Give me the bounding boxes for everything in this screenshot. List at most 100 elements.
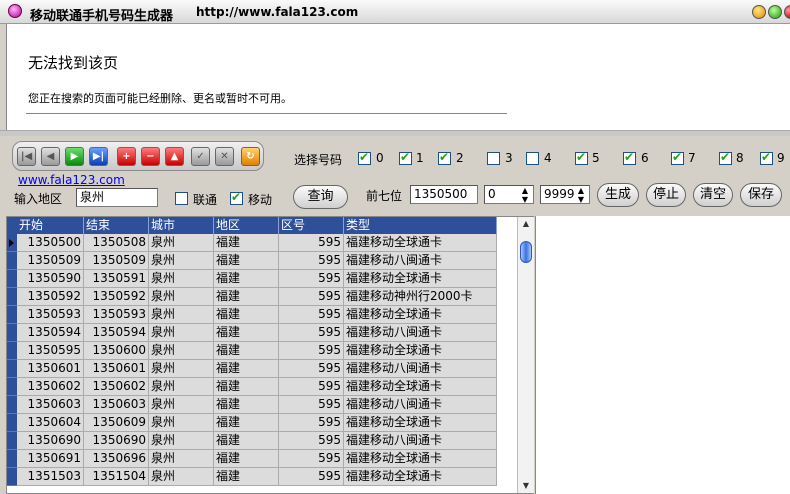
cell-type[interactable]: 福建移动全球通卡 [344,342,497,360]
cell-area-code[interactable]: 595 [279,270,344,288]
digit-3-checkbox[interactable] [487,152,500,165]
check-icon[interactable]: ✓ [191,147,210,166]
generate-button[interactable]: 生成 [597,183,639,207]
cell-area-code[interactable]: 595 [279,378,344,396]
cell-city[interactable]: 泉州 [149,270,214,288]
cell-province[interactable]: 福建 [214,396,279,414]
cell-start[interactable]: 1350594 [17,324,84,342]
cell-area-code[interactable]: 595 [279,252,344,270]
cell-area-code[interactable]: 595 [279,414,344,432]
cell-area-code[interactable]: 595 [279,234,344,252]
cross-icon[interactable]: ✕ [215,147,234,166]
cell-start[interactable]: 1350593 [17,306,84,324]
cell-end[interactable]: 1350696 [84,450,149,468]
table-row[interactable]: 1350601 1350601 泉州 福建 595 福建移动八闽通卡 [7,360,497,378]
cell-province[interactable]: 福建 [214,252,279,270]
col-province[interactable]: 地区 [214,217,279,234]
cell-end[interactable]: 1350509 [84,252,149,270]
play-icon[interactable]: ▶ [65,147,84,166]
close-button[interactable] [784,5,790,19]
cell-city[interactable]: 泉州 [149,324,214,342]
row-indicator[interactable] [7,252,17,270]
start-spin-down-icon[interactable]: ▼ [520,195,530,204]
cell-start[interactable]: 1350603 [17,396,84,414]
table-row[interactable]: 1350604 1350609 泉州 福建 595 福建移动全球通卡 [7,414,497,432]
cell-end[interactable]: 1350508 [84,234,149,252]
cell-start[interactable]: 1350500 [17,234,84,252]
table-row[interactable]: 1350594 1350594 泉州 福建 595 福建移动八闽通卡 [7,324,497,342]
end-spin-up-icon[interactable]: ▲ [576,186,586,195]
col-type[interactable]: 类型 [344,217,497,234]
cell-city[interactable]: 泉州 [149,450,214,468]
stop-button[interactable]: 停止 [646,183,686,207]
cell-start[interactable]: 1351503 [17,468,84,486]
table-row[interactable]: 1350603 1350603 泉州 福建 595 福建移动八闽通卡 [7,396,497,414]
cell-type[interactable]: 福建移动神州行2000卡 [344,288,497,306]
cell-area-code[interactable]: 595 [279,396,344,414]
cell-end[interactable]: 1350591 [84,270,149,288]
digit-6-checkbox[interactable] [623,150,636,165]
cell-type[interactable]: 福建移动全球通卡 [344,468,497,486]
row-indicator[interactable] [7,324,17,342]
table-row[interactable]: 1350592 1350592 泉州 福建 595 福建移动神州行2000卡 [7,288,497,306]
cell-end[interactable]: 1350603 [84,396,149,414]
scroll-thumb[interactable] [520,241,532,263]
digit-0-checkbox[interactable] [358,150,371,165]
cell-type[interactable]: 福建移动八闽通卡 [344,324,497,342]
cell-province[interactable]: 福建 [214,270,279,288]
digit-8-checkbox[interactable] [719,150,732,165]
cell-province[interactable]: 福建 [214,306,279,324]
cell-city[interactable]: 泉州 [149,378,214,396]
table-row[interactable]: 1350590 1350591 泉州 福建 595 福建移动全球通卡 [7,270,497,288]
splitter[interactable] [0,130,790,136]
cell-type[interactable]: 福建移动八闽通卡 [344,432,497,450]
cell-type[interactable]: 福建移动全球通卡 [344,270,497,288]
website-link[interactable]: www.fala123.com [18,173,125,187]
cell-end[interactable]: 1351504 [84,468,149,486]
cell-city[interactable]: 泉州 [149,252,214,270]
cell-province[interactable]: 福建 [214,234,279,252]
cell-province[interactable]: 福建 [214,324,279,342]
digit-5-checkbox[interactable] [575,150,588,165]
cell-start[interactable]: 1350509 [17,252,84,270]
col-end[interactable]: 结束 [84,217,149,234]
row-indicator[interactable] [7,432,17,450]
minus-icon[interactable]: − [141,147,160,166]
row-indicator[interactable] [7,270,17,288]
clear-button[interactable]: 清空 [693,183,733,207]
cell-type[interactable]: 福建移动八闽通卡 [344,360,497,378]
step-back-icon[interactable]: ◀ [41,147,60,166]
region-input[interactable]: 泉州 [76,188,158,207]
end-spin-down-icon[interactable]: ▼ [576,195,586,204]
digit-9-checkbox[interactable] [760,150,773,165]
vertical-scrollbar[interactable]: ▲ ▼ [517,217,534,493]
cell-type[interactable]: 福建移动全球通卡 [344,306,497,324]
cell-province[interactable]: 福建 [214,360,279,378]
cell-end[interactable]: 1350601 [84,360,149,378]
cell-type[interactable]: 福建移动全球通卡 [344,378,497,396]
cell-type[interactable]: 福建移动全球通卡 [344,234,497,252]
cell-end[interactable]: 1350609 [84,414,149,432]
digit-7-checkbox[interactable] [671,150,684,165]
row-indicator[interactable] [7,468,17,486]
cell-province[interactable]: 福建 [214,288,279,306]
cell-province[interactable]: 福建 [214,450,279,468]
skip-first-icon[interactable]: |◀ [17,147,36,166]
table-row[interactable]: 1350602 1350602 泉州 福建 595 福建移动全球通卡 [7,378,497,396]
cell-area-code[interactable]: 595 [279,468,344,486]
table-row[interactable]: 1351503 1351504 泉州 福建 595 福建移动全球通卡 [7,468,497,486]
cell-end[interactable]: 1350600 [84,342,149,360]
cell-area-code[interactable]: 595 [279,306,344,324]
cell-end[interactable]: 1350592 [84,288,149,306]
cell-end[interactable]: 1350602 [84,378,149,396]
cell-start[interactable]: 1350691 [17,450,84,468]
cell-end[interactable]: 1350593 [84,306,149,324]
table-row[interactable]: 1350595 1350600 泉州 福建 595 福建移动全球通卡 [7,342,497,360]
digit-4-checkbox[interactable] [526,152,539,165]
start-spin-up-icon[interactable]: ▲ [520,186,530,195]
cell-start[interactable]: 1350592 [17,288,84,306]
cell-type[interactable]: 福建移动全球通卡 [344,450,497,468]
table-row[interactable]: 1350691 1350696 泉州 福建 595 福建移动全球通卡 [7,450,497,468]
cell-area-code[interactable]: 595 [279,288,344,306]
cell-start[interactable]: 1350590 [17,270,84,288]
